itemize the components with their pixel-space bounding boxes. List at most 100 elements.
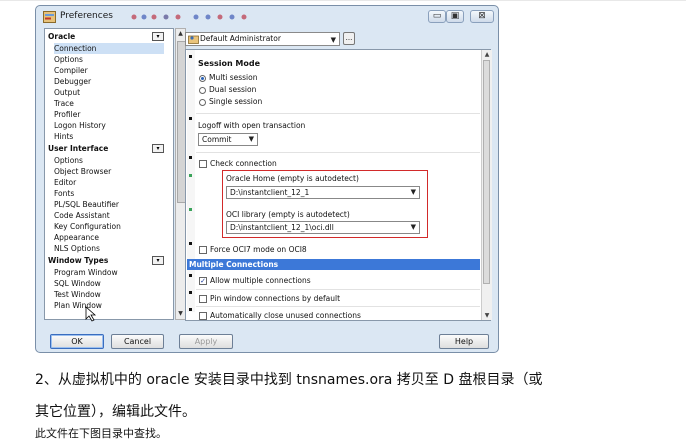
close-button[interactable]: ⊠ bbox=[470, 10, 494, 23]
preferences-window: Preferences ▭ ▣ ⊠ Oracle ▾ Connection Op… bbox=[35, 5, 499, 353]
section-marker bbox=[189, 117, 192, 120]
settings-scroll-thumb[interactable] bbox=[483, 60, 490, 284]
session-mode-title: Session Mode bbox=[198, 59, 261, 68]
tree-item-editor[interactable]: Editor bbox=[54, 177, 76, 188]
panel-gutter bbox=[187, 50, 195, 312]
tree-item-fonts[interactable]: Fonts bbox=[54, 188, 74, 199]
divider bbox=[196, 289, 480, 290]
tree-item-nls-options[interactable]: NLS Options bbox=[54, 243, 100, 254]
multi-session-radio[interactable] bbox=[199, 75, 206, 82]
maximize-button[interactable]: ▣ bbox=[446, 10, 464, 23]
divider bbox=[196, 152, 480, 153]
dual-session-label: Dual session bbox=[209, 85, 257, 94]
logoff-select[interactable]: Commit ▼ bbox=[198, 133, 258, 146]
oci-library-value: D:\instantclient_12_1\oci.dll bbox=[230, 223, 334, 232]
profile-more-button[interactable]: ... bbox=[343, 32, 355, 45]
tree-item-ui-options[interactable]: Options bbox=[54, 155, 83, 166]
tree-item-debugger[interactable]: Debugger bbox=[54, 76, 91, 87]
collapse-window-types-button[interactable]: ▾ bbox=[152, 256, 164, 265]
tree-group-window-types[interactable]: Window Types bbox=[48, 255, 108, 266]
tree-item-object-browser[interactable]: Object Browser bbox=[54, 166, 111, 177]
tree-item-output[interactable]: Output bbox=[54, 87, 80, 98]
tree-item-program-window[interactable]: Program Window bbox=[54, 267, 118, 278]
section-marker bbox=[189, 156, 192, 159]
tree-item-key-configuration[interactable]: Key Configuration bbox=[54, 221, 121, 232]
tree-item-compiler[interactable]: Compiler bbox=[54, 65, 88, 76]
oci-library-select[interactable]: D:\instantclient_12_1\oci.dll ▼ bbox=[226, 221, 420, 234]
window-title: Preferences bbox=[60, 11, 113, 21]
single-session-radio[interactable] bbox=[199, 99, 206, 106]
tree-item-trace[interactable]: Trace bbox=[54, 98, 74, 109]
allow-multiple-label: Allow multiple connections bbox=[210, 276, 311, 285]
doc-text-line-3: 此文件在下图目录中查找。 bbox=[35, 427, 167, 440]
allow-multiple-checkbox[interactable]: ✓ bbox=[199, 277, 207, 285]
tree-item-appearance[interactable]: Appearance bbox=[54, 232, 99, 243]
logoff-label: Logoff with open transaction bbox=[198, 121, 306, 130]
apply-button[interactable]: Apply bbox=[179, 334, 233, 349]
auto-close-checkbox[interactable] bbox=[199, 312, 207, 320]
check-connection-checkbox[interactable] bbox=[199, 160, 207, 168]
oracle-home-label: Oracle Home (empty is autodetect) bbox=[226, 174, 359, 183]
oracle-home-select[interactable]: D:\instantclient_12_1 ▼ bbox=[226, 186, 420, 199]
section-marker bbox=[189, 242, 192, 245]
section-marker-green bbox=[189, 174, 192, 177]
cancel-button[interactable]: Cancel bbox=[111, 334, 164, 349]
profile-icon bbox=[188, 35, 199, 44]
divider bbox=[196, 306, 480, 307]
settings-scrollbar[interactable]: ▲ ▼ bbox=[481, 50, 492, 320]
collapse-oracle-button[interactable]: ▾ bbox=[152, 32, 164, 41]
auto-close-label: Automatically close unused connections bbox=[210, 311, 361, 320]
ok-button[interactable]: OK bbox=[50, 334, 104, 349]
title-bar[interactable]: Preferences ▭ ▣ ⊠ bbox=[36, 6, 498, 28]
tree-group-user-interface[interactable]: User Interface bbox=[48, 143, 108, 154]
tree-item-logon-history[interactable]: Logon History bbox=[54, 120, 106, 131]
doc-text-line-2: 其它位置），编辑此文件。 bbox=[35, 404, 196, 420]
tree-group-oracle[interactable]: Oracle bbox=[48, 31, 75, 42]
section-marker bbox=[189, 55, 192, 58]
oci-library-label: OCI library (empty is autodetect) bbox=[226, 210, 350, 219]
collapse-user-interface-button[interactable]: ▾ bbox=[152, 144, 164, 153]
section-marker bbox=[189, 308, 192, 311]
scroll-down-arrow-icon[interactable]: ▼ bbox=[483, 312, 491, 319]
profile-value: Default Administrator bbox=[200, 34, 281, 43]
tree-item-connection[interactable]: Connection bbox=[54, 43, 164, 54]
tree-item-sql-window[interactable]: SQL Window bbox=[54, 278, 101, 289]
check-connection-label: Check connection bbox=[210, 159, 277, 168]
pin-connections-checkbox[interactable] bbox=[199, 295, 207, 303]
tree-item-options[interactable]: Options bbox=[54, 54, 83, 65]
profile-select[interactable]: Default Administrator ▼ bbox=[185, 32, 340, 46]
multiple-connections-header: Multiple Connections bbox=[187, 259, 480, 270]
force-oci7-label: Force OCI7 mode on OCI8 bbox=[210, 245, 307, 254]
divider bbox=[196, 113, 480, 114]
tree-item-plsql-beautifier[interactable]: PL/SQL Beautifier bbox=[54, 199, 119, 210]
oracle-home-value: D:\instantclient_12_1 bbox=[230, 188, 310, 197]
chevron-down-icon: ▼ bbox=[330, 36, 336, 44]
dual-session-radio[interactable] bbox=[199, 87, 206, 94]
force-oci7-checkbox[interactable] bbox=[199, 246, 207, 254]
pin-connections-label: Pin window connections by default bbox=[210, 294, 341, 303]
doc-text-line-1: 2、从虚拟机中的 oracle 安装目录中找到 tnsnames.ora 拷贝至… bbox=[35, 372, 543, 388]
logoff-value: Commit bbox=[202, 135, 232, 144]
chevron-down-icon: ▼ bbox=[248, 135, 254, 143]
tree-item-profiler[interactable]: Profiler bbox=[54, 109, 80, 120]
tree-item-hints[interactable]: Hints bbox=[54, 131, 73, 142]
blurred-title-decoration bbox=[131, 14, 247, 20]
scroll-up-arrow-icon[interactable]: ▲ bbox=[177, 30, 184, 38]
minimize-button[interactable]: ▭ bbox=[428, 10, 446, 23]
page-divider bbox=[0, 0, 686, 1]
tree-item-code-assistant[interactable]: Code Assistant bbox=[54, 210, 110, 221]
tree-item-test-window[interactable]: Test Window bbox=[54, 289, 101, 300]
section-marker bbox=[189, 291, 192, 294]
settings-panel: Session Mode Multi session Dual session … bbox=[185, 49, 491, 321]
preferences-app-icon bbox=[43, 11, 56, 23]
scroll-down-arrow-icon[interactable]: ▼ bbox=[177, 310, 184, 318]
section-marker bbox=[189, 274, 192, 277]
category-tree: Oracle ▾ Connection Options Compiler Deb… bbox=[44, 28, 174, 320]
chevron-down-icon: ▼ bbox=[410, 188, 416, 196]
chevron-down-icon: ▼ bbox=[410, 223, 416, 231]
section-marker-green bbox=[189, 208, 192, 211]
scroll-up-arrow-icon[interactable]: ▲ bbox=[483, 51, 491, 58]
multi-session-label: Multi session bbox=[209, 73, 258, 82]
mouse-pointer-icon bbox=[85, 306, 97, 322]
help-button[interactable]: Help bbox=[439, 334, 489, 349]
